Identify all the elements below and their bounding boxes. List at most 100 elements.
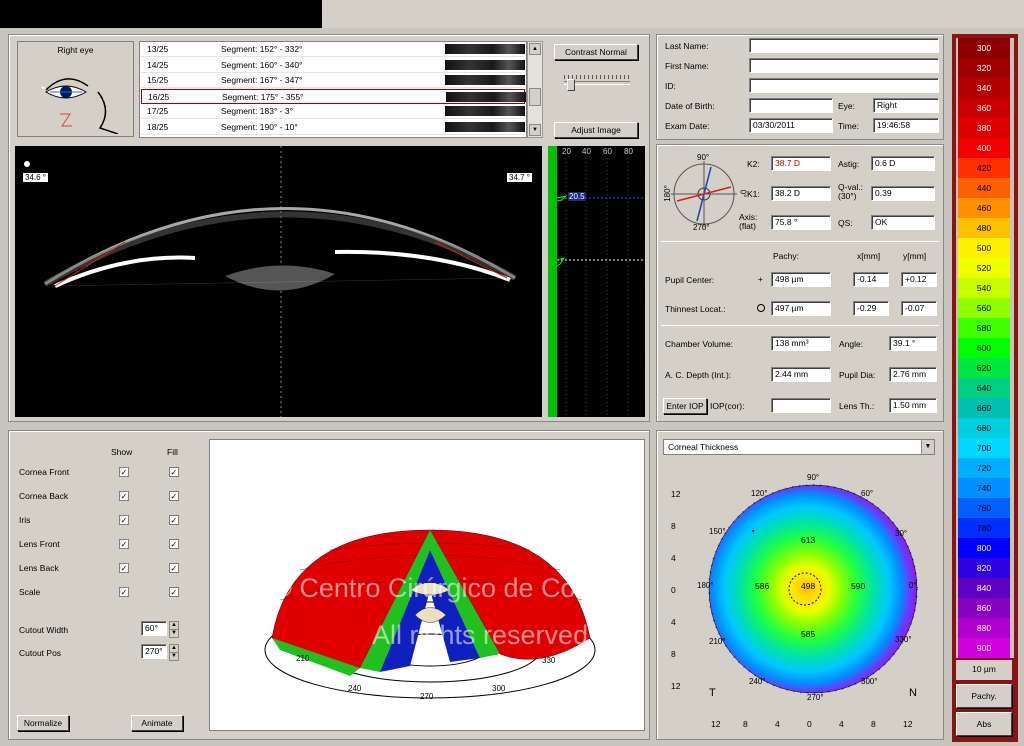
map-angle: 210° (709, 637, 726, 646)
dob-field[interactable] (749, 98, 833, 113)
scale-color-cell: 520 (958, 258, 1010, 278)
fill-checkbox[interactable] (169, 467, 179, 477)
scale-color-cell: 780 (958, 518, 1010, 538)
k2-label: K2: (747, 159, 760, 169)
contrast-button[interactable]: Contrast Normal (554, 44, 638, 60)
dob-label: Date of Birth: (665, 101, 715, 111)
segment-label: Segment: 190° - 10° (221, 121, 298, 132)
axis-field: 75.8 ° (771, 215, 831, 230)
pupil-y-field: +0.12 (901, 272, 937, 287)
map-y-tick: 0 (671, 585, 676, 595)
cutout-pos-down[interactable]: ▼ (169, 652, 179, 661)
segment-row[interactable]: 13/25 Segment: 152° - 332° (141, 42, 525, 57)
map-y-tick: 4 (671, 553, 676, 563)
segment-label: Segment: 183° - 3° (221, 106, 294, 116)
layer-label: Lens Back (19, 563, 59, 573)
cutout-width-label: Cutout Width (19, 625, 69, 635)
segment-index: 16/25 (148, 91, 170, 102)
id-field[interactable] (749, 78, 939, 93)
patient-panel: Last Name: First Name: ID: Date of Birth… (656, 34, 944, 140)
pachy-scale-button[interactable]: Pachy. (956, 684, 1012, 708)
scale-color-cell: 820 (958, 558, 1010, 578)
show-checkbox[interactable] (119, 563, 129, 573)
scale-color-cell: 900 (958, 638, 1010, 658)
segment-scrollbar[interactable]: ▲ ▼ (527, 41, 543, 138)
eye-selector[interactable]: Right eye (17, 41, 134, 137)
last-name-field[interactable] (749, 38, 939, 53)
chevron-down-icon[interactable]: ▼ (921, 440, 934, 454)
show-checkbox[interactable] (119, 515, 129, 525)
first-name-label: First Name: (665, 61, 709, 71)
abs-scale-button[interactable]: Abs (956, 712, 1012, 736)
fill-checkbox[interactable] (169, 491, 179, 501)
pupil-pachy-field: 498 µm (771, 272, 831, 287)
segment-row[interactable]: 16/25 Segment: 175° - 355° (141, 88, 526, 104)
left-thickness: 586 (755, 581, 770, 591)
k1-field: 38.2 D (771, 186, 831, 201)
segment-thumbnail (445, 44, 525, 54)
segment-row[interactable]: 18/25 Segment: 190° - 10° (141, 119, 525, 135)
iop-field[interactable] (771, 398, 831, 413)
map-angle: 0° (909, 581, 917, 590)
segment-list[interactable]: 13/25 Segment: 152° - 332° 14/25 Segment: 1… (139, 41, 527, 138)
segment-label: Segment: 160° - 340° (221, 59, 303, 70)
cutout-width-field[interactable]: 60° (141, 621, 167, 636)
cutout-width-down[interactable]: ▼ (169, 629, 179, 638)
eye-field[interactable]: Right (873, 98, 939, 113)
animate-button[interactable]: Animate (131, 715, 183, 731)
segment-index: 15/25 (147, 75, 169, 85)
eye-field-label: Eye: (838, 101, 856, 111)
map-x-tick: 8 (871, 719, 876, 729)
map-x-tick: 12 (903, 719, 913, 729)
model-angle-label: 270 (420, 692, 434, 701)
top-thickness: 613 (801, 535, 816, 545)
fill-checkbox[interactable] (169, 563, 179, 573)
map-angle: 60° (861, 489, 874, 498)
scheimpflug-image[interactable]: 34.6 ° 34.7 ° (15, 146, 542, 417)
scale-color-cell: 360 (958, 98, 1010, 118)
normalize-button[interactable]: Normalize (17, 715, 69, 731)
segment-row[interactable]: 15/25 Segment: 167° - 347° (141, 73, 525, 88)
show-checkbox[interactable] (119, 587, 129, 597)
show-checkbox[interactable] (119, 467, 129, 477)
adjust-image-button[interactable]: Adjust Image (554, 122, 638, 138)
divider (661, 241, 939, 242)
exam-date-field[interactable]: 03/30/2011 (749, 118, 833, 133)
scale-color-cell: 480 (958, 218, 1010, 238)
scale-step: 10 µm (956, 660, 1012, 680)
exam-date-label: Exam Date: (665, 121, 710, 131)
segment-row[interactable]: 17/25 Segment: 183° - 3° (141, 104, 525, 119)
model-angle-label: 210 (296, 654, 310, 663)
y-header: y[mm] (903, 251, 927, 261)
map-type-dropdown[interactable]: Corneal Thickness ▼ (663, 439, 935, 455)
top-black-bar (0, 0, 322, 28)
fill-checkbox[interactable] (169, 587, 179, 597)
fill-checkbox[interactable] (169, 515, 179, 525)
contrast-slider-thumb[interactable] (567, 79, 575, 91)
enter-iop-button[interactable]: Enter IOP (663, 398, 707, 414)
segment-label: Segment: 167° - 347° (221, 75, 303, 85)
scale-color-cell: 580 (958, 318, 1010, 338)
show-checkbox[interactable] (119, 491, 129, 501)
show-header: Show (111, 447, 133, 457)
model-angle-label: 300 (492, 684, 506, 693)
qs-field: OK (871, 215, 935, 230)
scale-color-cell: 860 (958, 598, 1010, 618)
scale-color-cell: 640 (958, 378, 1010, 398)
map-angle: 180° (697, 581, 714, 590)
show-checkbox[interactable] (119, 539, 129, 549)
segment-index: 13/25 (147, 44, 169, 54)
thickness-map-panel: Corneal Thickness ▼ 12 8 4 0 4 8 12 12 8 4 0 4 8 12 … (656, 430, 944, 740)
segment-index: 14/25 (147, 59, 169, 70)
watermark-line2: All rights reserved (372, 620, 589, 650)
fill-checkbox[interactable] (169, 539, 179, 549)
layer-label: Cornea Front (19, 467, 70, 477)
cutout-pos-field[interactable]: 270° (141, 644, 167, 659)
qval-field: 0.39 (871, 186, 935, 201)
segment-row[interactable]: 14/25 Segment: 160° - 340° (141, 57, 525, 73)
scale-color-cell: 720 (958, 458, 1010, 478)
pupil-dia-field: 2.76 mm (889, 367, 937, 382)
first-name-field[interactable] (749, 58, 939, 73)
scale-color-cell: 880 (958, 618, 1010, 638)
time-field[interactable]: 19:46:58 (873, 118, 939, 133)
